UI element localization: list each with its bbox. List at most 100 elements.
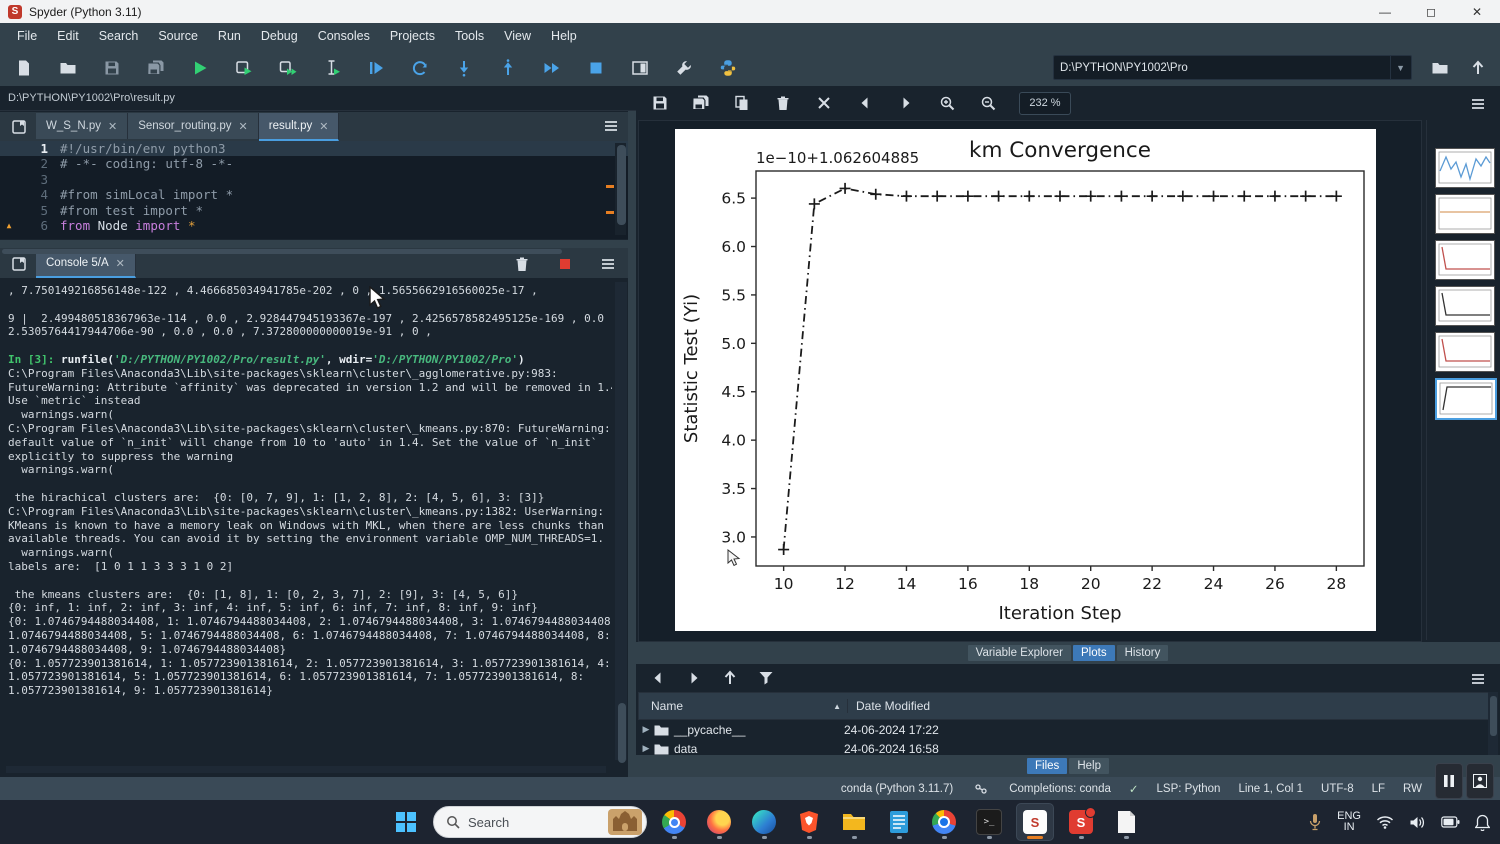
file-row-__pycache__[interactable]: ▶__pycache__24-06-2024 17:22 [638, 720, 1490, 739]
interrupt-kernel-icon[interactable] [555, 254, 575, 274]
microphone-icon[interactable] [1308, 813, 1322, 831]
save-plot-icon[interactable] [650, 93, 670, 113]
console-tab[interactable]: Console 5/A ✕ [36, 250, 136, 278]
editor-tab-W_S_N.py[interactable]: W_S_N.py✕ [36, 113, 128, 139]
menu-source[interactable]: Source [149, 26, 207, 46]
plot-thumbnail-6[interactable] [1435, 378, 1497, 420]
remove-console-icon[interactable] [512, 254, 532, 274]
files-scrollbar-thumb[interactable] [1490, 696, 1497, 736]
files-forward-icon[interactable] [684, 668, 704, 688]
new-file-icon[interactable] [14, 58, 34, 78]
taskbar-search[interactable]: Search [433, 806, 647, 838]
run-selection-icon[interactable] [322, 58, 342, 78]
menu-run[interactable]: Run [209, 26, 250, 46]
conda-env-status[interactable]: conda (Python 3.11.7) [841, 783, 953, 795]
plot-thumbnail-3[interactable] [1435, 240, 1495, 280]
battery-icon[interactable] [1441, 816, 1460, 828]
plot-zoom-level[interactable]: 232 % [1019, 92, 1071, 115]
column-date-modified[interactable]: Date Modified [848, 699, 930, 713]
code-line-5[interactable]: 5#from test import * [0, 203, 628, 218]
code-line-3[interactable]: 3 [0, 172, 628, 187]
run-cell-advance-icon[interactable] [278, 58, 298, 78]
taskbar-app-firefox[interactable] [701, 804, 737, 840]
plot-thumbnail-1[interactable] [1435, 148, 1495, 188]
editor-tab-Sensor_routing.py[interactable]: Sensor_routing.py✕ [128, 113, 259, 139]
plots-options-icon[interactable] [1468, 94, 1488, 114]
debug-step-icon[interactable] [410, 58, 430, 78]
tab-history[interactable]: History [1117, 645, 1169, 661]
debug-continue-icon[interactable] [542, 58, 562, 78]
taskbar-app-terminal[interactable]: >_ [971, 804, 1007, 840]
menu-view[interactable]: View [495, 26, 540, 46]
maximize-button[interactable]: ◻ [1408, 0, 1454, 23]
files-table-header[interactable]: Name ▲ Date Modified [638, 692, 1492, 720]
webcam-overlay-button[interactable] [1466, 763, 1494, 799]
pause-recording-button[interactable] [1435, 763, 1463, 799]
open-file-icon[interactable] [58, 58, 78, 78]
chevron-down-icon[interactable]: ▼ [1390, 56, 1405, 79]
close-icon[interactable]: ✕ [108, 120, 117, 133]
menu-search[interactable]: Search [90, 26, 148, 46]
tab-help[interactable]: Help [1069, 758, 1109, 774]
plot-thumbnail-2[interactable] [1435, 194, 1495, 234]
editor-options-icon[interactable] [602, 117, 620, 135]
working-directory-combobox[interactable]: D:\PYTHON\PY1002\Pro ▼ [1053, 55, 1412, 80]
menu-projects[interactable]: Projects [381, 26, 444, 46]
step-into-icon[interactable] [454, 58, 474, 78]
plot-thumbnail-4[interactable] [1435, 286, 1495, 326]
menu-tools[interactable]: Tools [446, 26, 493, 46]
console-scrollbar-thumb[interactable] [618, 703, 626, 763]
editor-tab-result.py[interactable]: result.py✕ [259, 113, 340, 141]
tab-variable-explorer[interactable]: Variable Explorer [968, 645, 1071, 661]
code-line-6[interactable]: ▲6from Node import * [0, 218, 628, 233]
search-highlight-image[interactable] [608, 809, 642, 835]
zoom-in-icon[interactable] [937, 93, 957, 113]
column-name[interactable]: Name [651, 699, 683, 713]
close-icon[interactable]: ✕ [116, 257, 125, 270]
taskbar-app-notepad-doc[interactable] [1108, 804, 1144, 840]
menu-edit[interactable]: Edit [48, 26, 88, 46]
taskbar-app-chrome-profile[interactable] [926, 804, 962, 840]
copy-plot-icon[interactable] [732, 93, 752, 113]
console-options-icon[interactable] [598, 254, 618, 274]
expand-chevron-icon[interactable]: ▶ [638, 724, 654, 735]
maximize-pane-icon[interactable] [630, 58, 650, 78]
completions-status[interactable]: Completions: conda [1009, 783, 1111, 795]
minimize-button[interactable]: — [1362, 0, 1408, 23]
save-all-icon[interactable] [146, 58, 166, 78]
wifi-icon[interactable] [1376, 815, 1394, 829]
preferences-icon[interactable] [674, 58, 694, 78]
matplotlib-figure[interactable]: 101214161820222426283.03.54.04.55.05.56.… [675, 129, 1376, 631]
zoom-out-icon[interactable] [978, 93, 998, 113]
save-all-plots-icon[interactable] [691, 93, 711, 113]
permissions-status[interactable]: RW [1403, 783, 1422, 795]
files-filter-icon[interactable] [756, 668, 776, 688]
step-return-icon[interactable] [498, 58, 518, 78]
code-line-2[interactable]: 2# -*- coding: utf-8 -*- [0, 156, 628, 171]
run-cell-icon[interactable] [234, 58, 254, 78]
browse-directory-icon[interactable] [1430, 58, 1450, 78]
python-manager-icon[interactable] [718, 58, 738, 78]
code-line-1[interactable]: 1#!/usr/bin/env python3 [0, 141, 628, 156]
close-icon[interactable]: ✕ [319, 120, 328, 133]
menu-file[interactable]: File [8, 26, 46, 46]
taskbar-app-spyder[interactable]: S [1016, 803, 1054, 841]
taskbar-app-chrome[interactable] [656, 804, 692, 840]
debug-file-icon[interactable] [366, 58, 386, 78]
console-hscrollbar-thumb[interactable] [2, 249, 562, 254]
taskbar-app-notes[interactable] [881, 804, 917, 840]
volume-icon[interactable] [1409, 815, 1426, 830]
taskbar-app-spyder-installer[interactable]: S [1063, 804, 1099, 840]
start-button[interactable] [388, 804, 424, 840]
close-all-plots-icon[interactable] [814, 93, 834, 113]
tab-plots[interactable]: Plots [1073, 645, 1115, 661]
parent-directory-icon[interactable] [1468, 58, 1488, 78]
remove-plot-icon[interactable] [773, 93, 793, 113]
files-options-icon[interactable] [1468, 669, 1488, 689]
bell-icon[interactable] [1475, 814, 1490, 831]
eol-status[interactable]: LF [1372, 783, 1385, 795]
save-icon[interactable] [102, 58, 122, 78]
close-icon[interactable]: ✕ [239, 120, 248, 133]
menu-consoles[interactable]: Consoles [309, 26, 379, 46]
browse-tabs-icon[interactable] [6, 114, 32, 140]
